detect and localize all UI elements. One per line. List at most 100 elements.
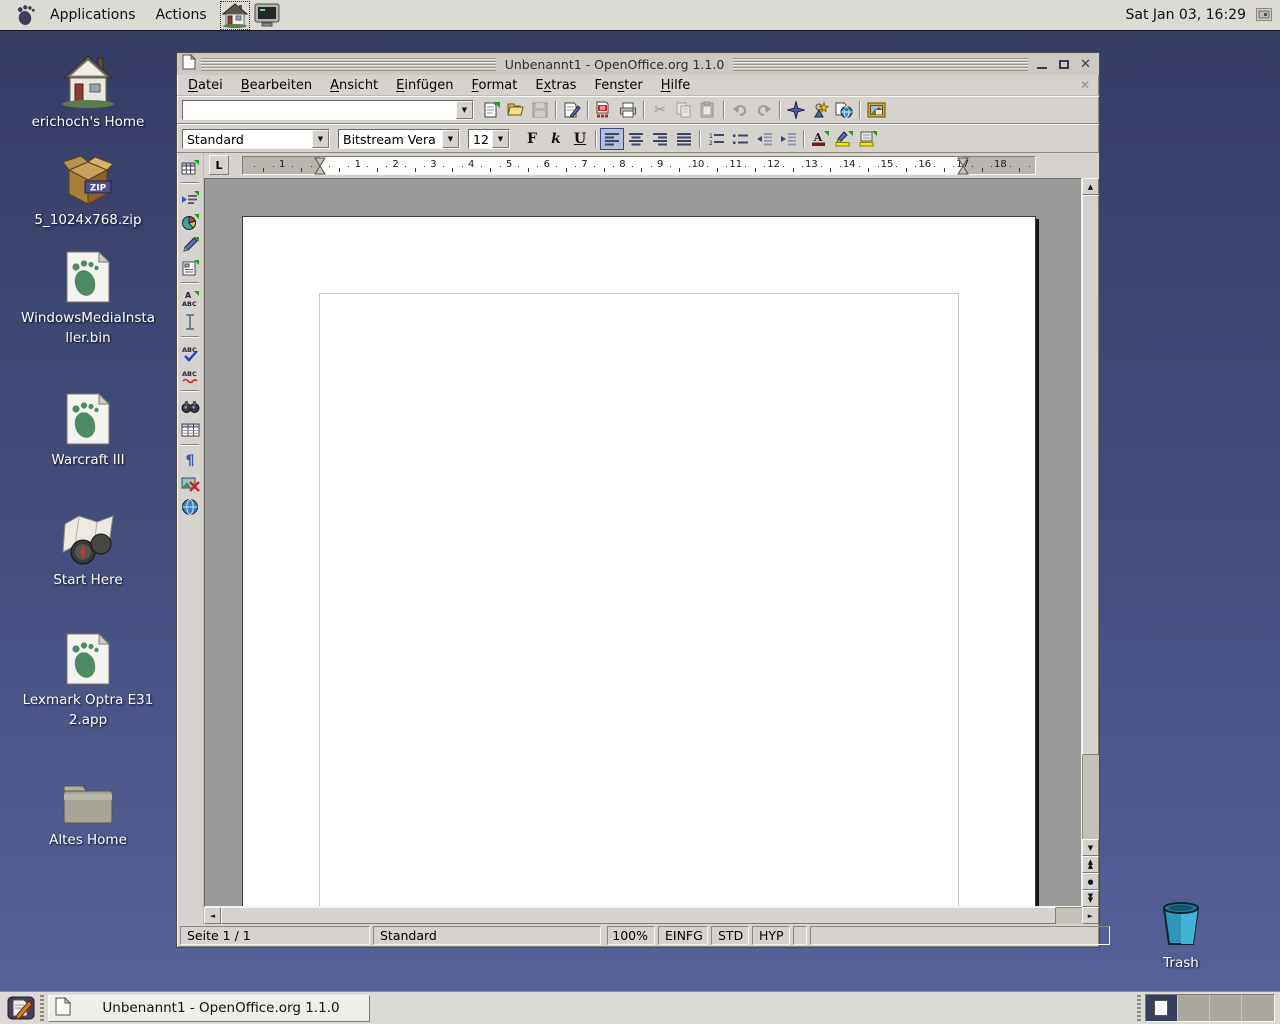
- next-page-button[interactable]: ▼▼: [1082, 890, 1099, 907]
- export-pdf-button[interactable]: [592, 99, 616, 121]
- panel-handle[interactable]: [1137, 995, 1141, 1021]
- new-document-button[interactable]: [480, 99, 504, 121]
- stylist-button[interactable]: [808, 99, 832, 121]
- underline-button[interactable]: U: [568, 128, 592, 150]
- vertical-scroll-thumb[interactable]: [1082, 195, 1099, 755]
- minimize-button[interactable]: [1033, 57, 1050, 72]
- nonprinting-characters-button[interactable]: ¶: [179, 449, 202, 472]
- redo-button[interactable]: [752, 99, 776, 121]
- right-margin-marker[interactable]: [957, 157, 969, 176]
- decrease-indent-button[interactable]: [752, 128, 776, 150]
- menu-bearbeiten[interactable]: Bearbeiten: [232, 76, 321, 95]
- navigation-dot-button[interactable]: ●: [1082, 873, 1099, 890]
- desktop-icon-trash[interactable]: Trash: [1138, 898, 1224, 971]
- menu-einfuegen[interactable]: Einfügen: [387, 76, 462, 95]
- chevron-down-icon[interactable]: ▼: [492, 130, 509, 148]
- task-button-writer[interactable]: Unbenannt1 - OpenOffice.org 1.1.0: [48, 995, 370, 1022]
- desktop-icon-lexmark[interactable]: Lexmark Optra E312.app: [14, 630, 162, 731]
- chevron-down-icon[interactable]: ▼: [456, 101, 473, 119]
- paragraph-background-button[interactable]: [856, 128, 880, 150]
- maximize-button[interactable]: [1055, 57, 1072, 72]
- align-left-button[interactable]: [600, 128, 624, 150]
- scroll-up-icon[interactable]: ▲: [1082, 178, 1099, 195]
- workspace-1[interactable]: [1146, 995, 1178, 1021]
- desktop-icon-altes-home[interactable]: Altes Home: [14, 770, 162, 850]
- spellcheck-button[interactable]: ABC: [179, 341, 202, 364]
- terminal-launcher-icon[interactable]: [253, 2, 281, 29]
- status-insert-mode[interactable]: EINFG: [658, 926, 708, 945]
- home-launcher-icon[interactable]: [221, 2, 249, 29]
- justify-button[interactable]: [672, 128, 696, 150]
- find-replace-button[interactable]: [179, 395, 202, 418]
- align-center-button[interactable]: [624, 128, 648, 150]
- cut-button[interactable]: ✂: [648, 99, 672, 121]
- graphics-onoff-button[interactable]: [179, 472, 202, 495]
- status-style[interactable]: Standard: [373, 926, 601, 945]
- desktop-icon-zip[interactable]: ZIP 5_1024x768.zip: [14, 150, 162, 230]
- paste-button[interactable]: [696, 99, 720, 121]
- numbering-button[interactable]: 12: [704, 128, 728, 150]
- status-page[interactable]: Seite 1 / 1: [180, 926, 370, 945]
- insert-table-button[interactable]: [179, 156, 202, 179]
- insert-objects-button[interactable]: [179, 210, 202, 233]
- online-layout-button[interactable]: [179, 495, 202, 518]
- actions-menu[interactable]: Actions: [146, 3, 217, 27]
- desktop-icon-home[interactable]: erichoch's Home: [14, 52, 162, 132]
- print-button[interactable]: [616, 99, 640, 121]
- menu-datei[interactable]: Datei: [179, 76, 232, 95]
- gallery-button[interactable]: [864, 99, 888, 121]
- close-button[interactable]: ✕: [1077, 57, 1094, 72]
- bold-button[interactable]: F: [520, 128, 544, 150]
- auto-spellcheck-button[interactable]: ABC: [179, 364, 202, 387]
- menu-fenster[interactable]: Fenster: [585, 76, 651, 95]
- ruler[interactable]: 1123456789101112131415161718: [242, 156, 1036, 175]
- form-functions-button[interactable]: [179, 256, 202, 279]
- font-name-combo[interactable]: Bitstream Vera ▼: [338, 129, 460, 149]
- clock[interactable]: Sat Jan 03, 16:29: [1126, 7, 1247, 23]
- highlighting-button[interactable]: [832, 128, 856, 150]
- save-button[interactable]: [528, 99, 552, 121]
- undo-button[interactable]: [728, 99, 752, 121]
- desktop-icon-wmi[interactable]: WindowsMediaInstaller.bin: [14, 248, 162, 349]
- copy-button[interactable]: [672, 99, 696, 121]
- data-sources-button[interactable]: [179, 418, 202, 441]
- insert-fields-button[interactable]: [179, 187, 202, 210]
- desktop-icon-start-here[interactable]: Start Here: [14, 510, 162, 590]
- applications-menu[interactable]: Applications: [40, 3, 146, 27]
- direct-cursor-button[interactable]: [179, 310, 202, 333]
- align-right-button[interactable]: [648, 128, 672, 150]
- url-field[interactable]: ▼: [182, 100, 474, 120]
- tab-selector-button[interactable]: L: [209, 155, 229, 175]
- titlebar[interactable]: Unbenannt1 - OpenOffice.org 1.1.0 ✕: [177, 53, 1099, 75]
- menu-hilfe[interactable]: Hilfe: [652, 76, 700, 95]
- status-selection-mode[interactable]: STD: [711, 926, 749, 945]
- document-page[interactable]: [242, 216, 1036, 907]
- draw-functions-button[interactable]: [179, 233, 202, 256]
- document-view[interactable]: [204, 178, 1082, 907]
- italic-button[interactable]: k: [544, 128, 568, 150]
- horizontal-scroll-thumb[interactable]: [221, 907, 1056, 924]
- edit-file-button[interactable]: [560, 99, 584, 121]
- scroll-right-icon[interactable]: ►: [1082, 907, 1099, 924]
- chevron-down-icon[interactable]: ▼: [312, 130, 329, 148]
- menu-extras[interactable]: Extras: [526, 76, 585, 95]
- desktop-icon-warcraft[interactable]: Warcraft III: [14, 390, 162, 470]
- open-button[interactable]: [504, 99, 528, 121]
- panel-handle[interactable]: [40, 995, 44, 1021]
- navigator-button[interactable]: [784, 99, 808, 121]
- font-size-combo[interactable]: 12 ▼: [468, 129, 510, 149]
- increase-indent-button[interactable]: [776, 128, 800, 150]
- menu-ansicht[interactable]: Ansicht: [321, 76, 387, 95]
- panel-applet-icon[interactable]: [1256, 6, 1272, 25]
- gnome-foot-icon[interactable]: [12, 2, 40, 29]
- horizontal-scrollbar[interactable]: ◄ ►: [204, 907, 1099, 924]
- left-margin-marker[interactable]: [314, 157, 326, 176]
- workspace-2[interactable]: [1178, 995, 1210, 1021]
- openoffice-quickstarter-icon[interactable]: [5, 995, 36, 1022]
- status-zoom[interactable]: 100%: [607, 926, 655, 945]
- autotext-button[interactable]: AABC: [179, 287, 202, 310]
- workspace-3[interactable]: [1210, 995, 1242, 1021]
- paragraph-style-combo[interactable]: Standard ▼: [182, 129, 330, 149]
- workspace-4[interactable]: [1242, 995, 1274, 1021]
- scroll-left-icon[interactable]: ◄: [204, 907, 221, 924]
